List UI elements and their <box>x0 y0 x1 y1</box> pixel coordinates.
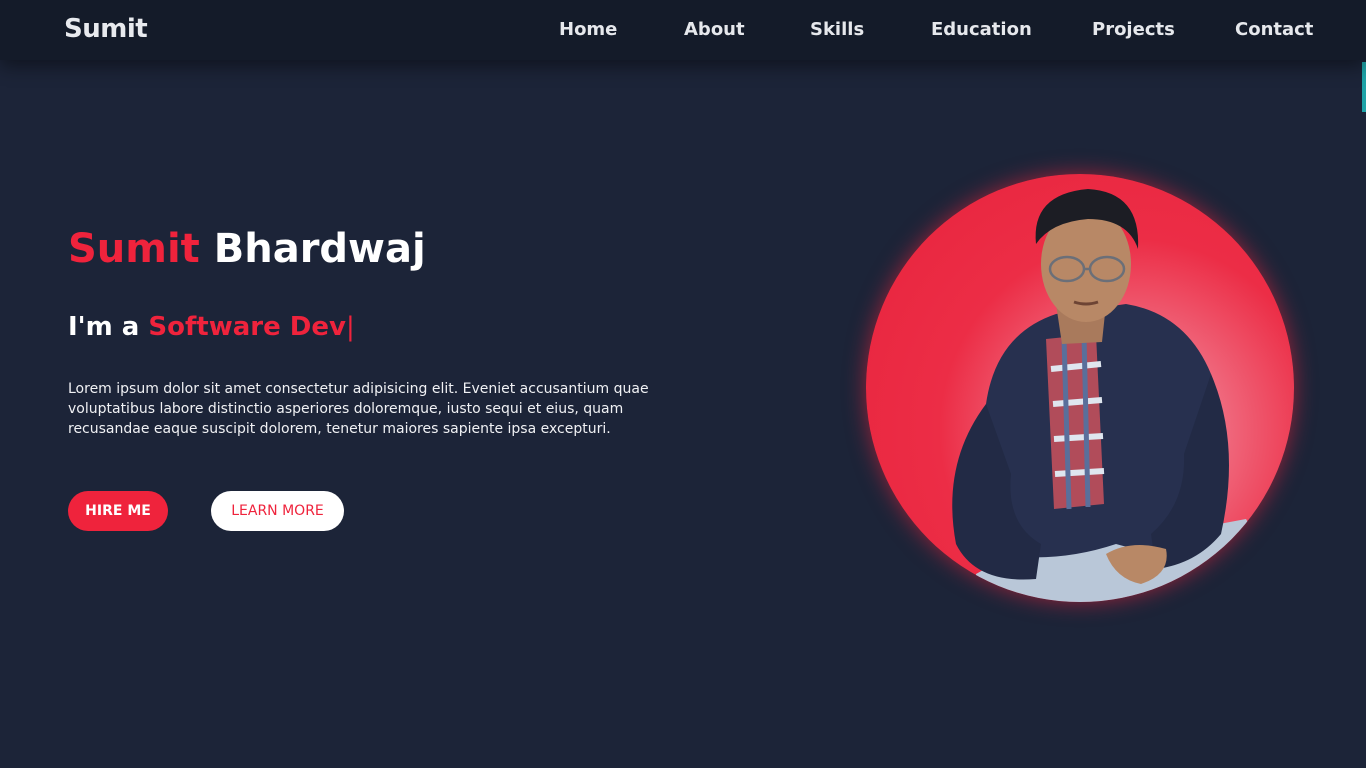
scrollbar-thumb[interactable] <box>1362 62 1366 112</box>
nav-link-skills[interactable]: Skills <box>810 19 864 40</box>
nav-link-home[interactable]: Home <box>559 19 617 40</box>
hero-role: I'm a Software Dev| <box>68 312 355 342</box>
learn-more-button[interactable]: LEARN MORE <box>211 491 344 531</box>
nav-link-contact[interactable]: Contact <box>1235 19 1313 40</box>
hero-first-name: Sumit <box>68 226 200 272</box>
person-illustration-icon <box>952 189 1266 602</box>
hire-me-button[interactable]: HIRE ME <box>68 491 168 531</box>
hero-role-text: Software Dev <box>148 312 346 342</box>
profile-photo <box>866 174 1294 602</box>
hero-description: Lorem ipsum dolor sit amet consectetur a… <box>68 381 649 437</box>
typing-cursor: | <box>345 312 355 342</box>
nav-link-about[interactable]: About <box>684 19 745 40</box>
navbar: Sumit Home About Skills Education Projec… <box>0 0 1366 60</box>
hero-role-prefix: I'm a <box>68 312 140 342</box>
hero-name: Sumit Bhardwaj <box>68 226 426 272</box>
hero-last-name: Bhardwaj <box>213 226 426 272</box>
nav-link-projects[interactable]: Projects <box>1092 19 1175 40</box>
nav-link-education[interactable]: Education <box>931 19 1032 40</box>
nav-links: Home About Skills Education Projects Con… <box>0 19 1366 43</box>
